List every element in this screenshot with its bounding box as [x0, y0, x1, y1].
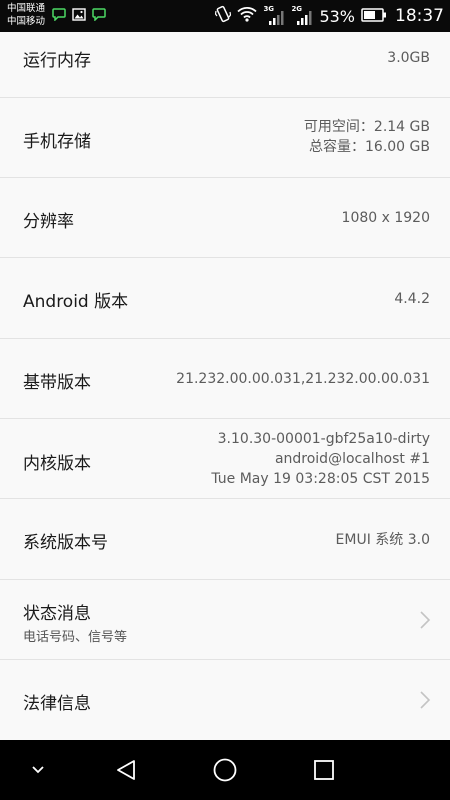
back-icon: [117, 760, 135, 780]
row-sublabel: 电话号码、信号等: [23, 630, 128, 645]
row-label: 手机存储: [23, 132, 91, 152]
row-ram: 运行内存 3.0GB: [0, 17, 450, 98]
chevron-right-icon: [419, 690, 431, 714]
row-storage: 手机存储 可用空间：2.14 GB 总容量：16.00 GB: [0, 98, 450, 178]
row-value: 3.10.30-00001-gbf25a10-dirty android@loc…: [211, 431, 430, 487]
row-android-version: Android 版本 4.4.2: [0, 258, 450, 339]
navigation-bar: [0, 740, 450, 800]
chevron-right-icon: [419, 610, 431, 634]
row-value: 3.0GB: [387, 50, 430, 66]
row-label: 状态消息: [23, 604, 91, 624]
row-value: 21.232.00.00.031,21.232.00.00.031: [176, 371, 430, 387]
row-legal-info[interactable]: 法律信息: [0, 660, 450, 740]
row-label: 法律信息: [23, 694, 91, 714]
row-resolution: 分辨率 1080 x 1920: [0, 178, 450, 258]
row-kernel-version: 内核版本 3.10.30-00001-gbf25a10-dirty androi…: [0, 419, 450, 499]
row-value: EMUI 系统 3.0: [335, 532, 430, 548]
hide-nav-button[interactable]: [18, 740, 58, 800]
row-label: 系统版本号: [23, 533, 108, 553]
row-label: 基带版本: [23, 373, 91, 393]
chevron-down-icon: [32, 766, 44, 774]
row-value: 1080 x 1920: [341, 210, 430, 226]
carrier-1: 中国联通: [7, 3, 46, 14]
recents-icon: [314, 760, 334, 780]
back-button[interactable]: [101, 740, 151, 800]
home-icon: [213, 758, 237, 782]
settings-list: 运行内存 3.0GB 手机存储 可用空间：2.14 GB 总容量：16.00 G…: [0, 17, 450, 740]
row-label: 内核版本: [23, 454, 91, 474]
row-value: 4.4.2: [394, 291, 430, 307]
row-baseband-version: 基带版本 21.232.00.00.031,21.232.00.00.031: [0, 339, 450, 419]
row-label: Android 版本: [23, 292, 129, 312]
row-status-info[interactable]: 状态消息 电话号码、信号等: [0, 580, 450, 660]
home-button[interactable]: [200, 740, 250, 800]
recents-button[interactable]: [299, 740, 349, 800]
row-value: 可用空间：2.14 GB 总容量：16.00 GB: [303, 119, 430, 155]
row-label: 运行内存: [23, 51, 91, 71]
row-system-version: 系统版本号 EMUI 系统 3.0: [0, 499, 450, 580]
row-label: 分辨率: [23, 212, 74, 232]
